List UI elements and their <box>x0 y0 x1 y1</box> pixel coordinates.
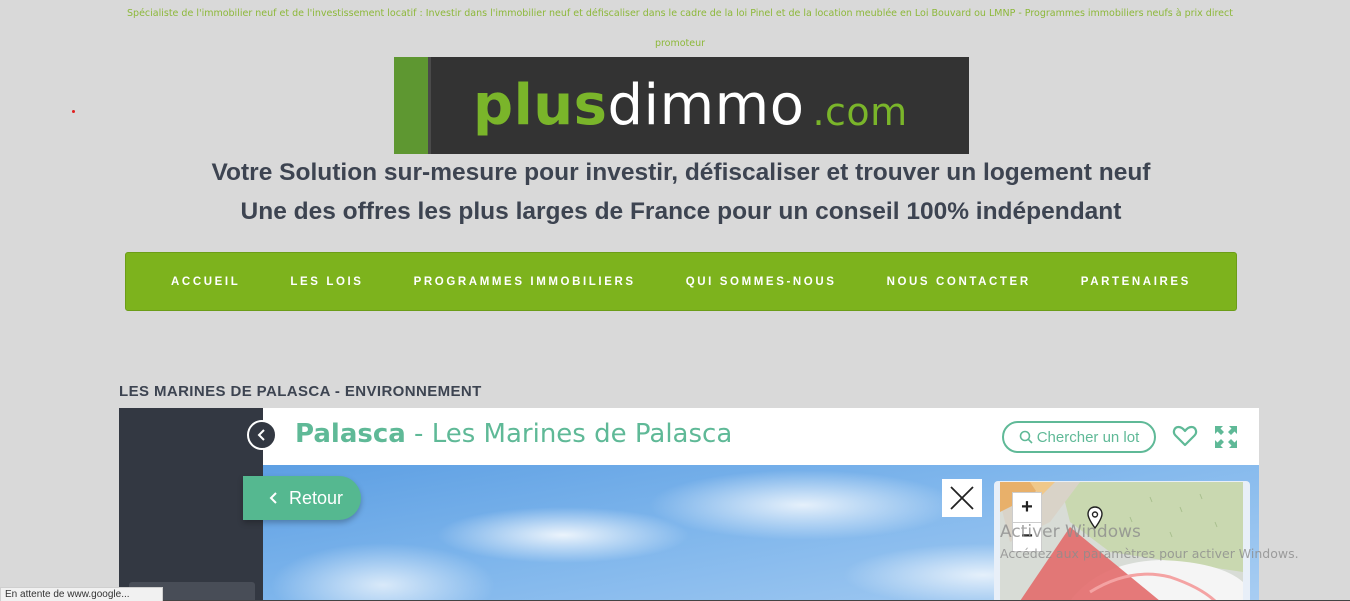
tagline-line-1: Spécialiste de l'immobilier neuf et de l… <box>127 8 1233 19</box>
main-navigation: ACCUEIL LES LOIS PROGRAMMES IMMOBILIERS … <box>125 252 1237 311</box>
minimap-map-area[interactable]: + − <box>1000 482 1243 601</box>
close-icon <box>950 486 974 510</box>
back-button[interactable]: Retour <box>243 476 361 520</box>
chevron-left-icon <box>257 429 265 441</box>
browser-status-bar: En attente de www.google... <box>0 587 163 601</box>
expand-icon <box>1215 426 1237 448</box>
headline-primary: Votre Solution sur-mesure pour investir,… <box>211 159 1151 186</box>
close-view-button[interactable] <box>942 479 982 517</box>
program-viewer: Palasca - Les Marines de Palasca Cherche… <box>119 408 1259 601</box>
search-lot-label: Chercher un lot <box>1036 428 1140 446</box>
chevron-left-icon <box>269 492 277 504</box>
project-city: Palasca <box>295 419 406 449</box>
site-logo[interactable]: plus dimmo .com <box>394 57 969 154</box>
fullscreen-button[interactable] <box>1214 425 1238 454</box>
project-title: Palasca - Les Marines de Palasca <box>295 419 732 449</box>
back-button-label: Retour <box>289 487 344 508</box>
logo-green-bar <box>394 57 431 154</box>
zoom-out-button[interactable]: − <box>1013 523 1041 552</box>
favorite-button[interactable] <box>1172 424 1198 453</box>
nav-item-qui-sommes-nous[interactable]: QUI SOMMES-NOUS <box>686 276 837 288</box>
nav-item-contact[interactable]: NOUS CONTACTER <box>887 276 1031 288</box>
viewer-header: Palasca - Les Marines de Palasca Cherche… <box>263 408 1259 465</box>
nav-item-accueil[interactable]: ACCUEIL <box>171 276 240 288</box>
logo-part-dimmo: dimmo <box>607 73 805 138</box>
site-tagline: Spécialiste de l'immobilier neuf et de l… <box>120 0 1240 59</box>
project-title-separator: - <box>405 419 432 449</box>
nav-item-les-lois[interactable]: LES LOIS <box>290 276 363 288</box>
zoom-in-button[interactable]: + <box>1013 493 1041 523</box>
location-pin-icon <box>1087 506 1103 530</box>
project-name: Les Marines de Palasca <box>431 419 733 449</box>
red-dot-marker <box>72 110 75 113</box>
viewer-side-panel <box>119 408 263 601</box>
logo-wordmark: plus dimmo .com <box>431 57 969 154</box>
site-minimap[interactable]: + − <box>994 481 1250 601</box>
tagline-line-2: promoteur <box>654 38 706 49</box>
search-lot-button[interactable]: Chercher un lot <box>1002 421 1156 453</box>
logo-part-com: .com <box>812 89 908 134</box>
collapse-panel-button[interactable] <box>247 420 277 450</box>
headline-secondary: Une des offres les plus larges de France… <box>240 198 1122 225</box>
search-icon <box>1019 430 1033 444</box>
logo-part-plus: plus <box>473 73 608 138</box>
minimap-zoom-controls: + − <box>1012 492 1042 552</box>
section-title: LES MARINES DE PALASCA - ENVIRONNEMENT <box>119 383 482 400</box>
nav-item-partenaires[interactable]: PARTENAIRES <box>1081 276 1191 288</box>
heart-icon <box>1172 425 1198 447</box>
nav-item-programmes[interactable]: PROGRAMMES IMMOBILIERS <box>414 276 636 288</box>
